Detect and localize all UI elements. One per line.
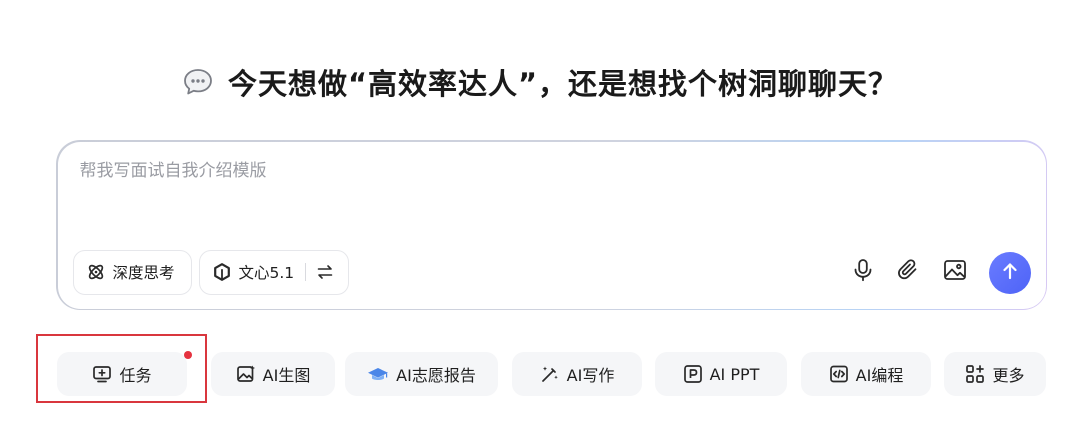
deep-thinking-toggle[interactable]: 深度思考 bbox=[72, 249, 192, 295]
voice-input-button[interactable] bbox=[846, 255, 880, 289]
ppt-icon bbox=[683, 364, 703, 384]
upload-image-button[interactable] bbox=[938, 255, 972, 289]
quick-action-label: AI编程 bbox=[855, 366, 904, 385]
quick-action-label: 任务 bbox=[119, 366, 152, 385]
quick-action-label: AI志愿报告 bbox=[396, 366, 476, 385]
quick-action-task[interactable]: 任务 bbox=[57, 352, 187, 396]
graduation-cap-icon bbox=[367, 366, 389, 382]
microphone-icon bbox=[852, 258, 874, 286]
quick-action-ai-volunteer-report[interactable]: AI志愿报告 bbox=[345, 352, 498, 396]
quick-action-label: AI PPT bbox=[709, 364, 760, 384]
code-icon bbox=[829, 364, 849, 384]
quick-action-label: AI写作 bbox=[566, 366, 615, 385]
model-hexagon-icon bbox=[212, 262, 232, 282]
paperclip-icon bbox=[897, 258, 919, 285]
quick-action-label: AI生图 bbox=[262, 366, 311, 385]
model-divider bbox=[305, 263, 307, 281]
arrow-up-icon bbox=[1000, 261, 1020, 285]
chat-composer: 深度思考 文心5.1 bbox=[56, 140, 1047, 310]
headline-text: 今天想做“高效率达人”，还是想找个树洞聊聊天？ bbox=[227, 67, 899, 101]
model-label: 文心5.1 bbox=[238, 264, 295, 282]
notification-dot bbox=[184, 351, 192, 359]
speech-bubble-icon bbox=[182, 66, 214, 98]
send-button[interactable] bbox=[988, 251, 1031, 294]
quick-action-ai-image[interactable]: AI生图 bbox=[211, 352, 335, 396]
quick-action-ai-writing[interactable]: AI写作 bbox=[512, 352, 642, 396]
task-monitor-icon bbox=[92, 364, 112, 384]
image-generate-icon bbox=[236, 364, 256, 384]
quick-action-more[interactable]: 更多 bbox=[944, 352, 1046, 396]
switch-model-icon[interactable] bbox=[316, 263, 334, 281]
image-icon bbox=[943, 259, 967, 285]
apps-grid-icon bbox=[965, 364, 985, 384]
prompt-input[interactable] bbox=[79, 155, 980, 186]
composer-body: 深度思考 文心5.1 bbox=[57, 141, 1046, 309]
page-headline: 今天想做“高效率达人”，还是想找个树洞聊聊天？ bbox=[0, 58, 1080, 106]
magic-pen-icon bbox=[540, 364, 560, 384]
quick-action-label: 更多 bbox=[992, 366, 1025, 385]
quick-action-ai-ppt[interactable]: AI PPT bbox=[655, 352, 787, 396]
attach-file-button[interactable] bbox=[891, 255, 925, 289]
quick-action-ai-coding[interactable]: AI编程 bbox=[801, 352, 931, 396]
deep-thinking-label: 深度思考 bbox=[112, 264, 175, 282]
atom-icon bbox=[86, 262, 106, 282]
model-selector[interactable]: 文心5.1 bbox=[198, 249, 349, 295]
